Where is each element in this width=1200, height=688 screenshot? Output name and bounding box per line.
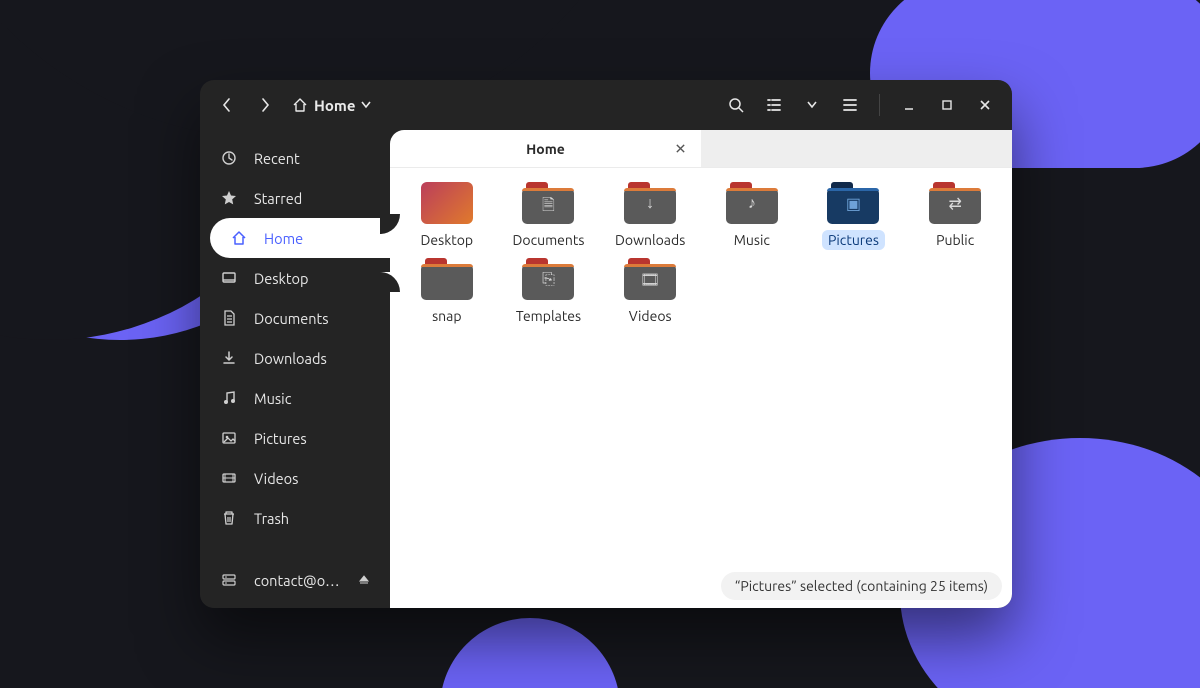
folder-label: snap [426,306,467,326]
sidebar-item-label: Trash [254,510,289,527]
folder-item[interactable]: ⇄ Public [905,182,1005,250]
breadcrumb-label: Home [314,97,355,114]
folder-label: Downloads [609,230,691,250]
sidebar-item-label: Music [254,390,291,407]
sidebar-item-label: Videos [254,470,298,487]
sidebar-item-mount[interactable]: contact@o… [200,560,390,600]
folder-item[interactable]: 🎞 Videos [600,258,700,326]
folder-label: Desktop [415,230,480,250]
home-icon [230,230,248,246]
tab-label: Home [526,141,565,157]
tab-bar: Home [390,130,1012,168]
video-icon [220,470,238,486]
clock-icon [220,150,238,166]
search-button[interactable] [719,88,753,122]
tab-close-button[interactable] [669,138,691,160]
folder-label: Pictures [822,230,885,250]
sidebar-item-starred[interactable]: Starred [200,178,390,218]
titlebar: Home [200,80,1012,130]
window-minimize-button[interactable] [892,88,926,122]
sidebar-item-label: Desktop [254,270,308,287]
bg-blob [440,618,620,688]
music-icon [220,390,238,406]
eject-button[interactable] [358,574,370,586]
status-bar: “Pictures” selected (containing 25 items… [721,572,1002,600]
folder-item[interactable]: ♪ Music [702,182,802,250]
decorative-notch [380,214,400,234]
desktop-icon [421,182,473,224]
download-icon [220,350,238,366]
folder-item[interactable]: ▣ Pictures [803,182,903,250]
chevron-down-icon [361,101,371,109]
folder-icon: ⇄ [929,182,981,224]
sidebar-item-music[interactable]: Music [200,378,390,418]
folder-label: Templates [510,306,587,326]
icon-grid[interactable]: Desktop 🗎 Documents ↓ Downloads ♪ Music ▣ Pictur… [390,168,1012,608]
folder-label: Documents [507,230,591,250]
folder-item[interactable]: Desktop [397,182,497,250]
folder-item[interactable]: ⎘ Templates [498,258,598,326]
picture-icon [220,430,238,446]
sidebar-item-label: Starred [254,190,302,207]
sidebar-item-label: Home [264,230,303,247]
sidebar-item-label: Documents [254,310,329,327]
decorative-notch [380,272,400,292]
document-icon [220,310,238,326]
view-list-button[interactable] [757,88,791,122]
sidebar-item-label: Downloads [254,350,327,367]
folder-icon [421,258,473,300]
folder-icon: ▣ [827,182,879,224]
trash-icon [220,510,238,526]
sidebar-item-label: contact@o… [254,572,340,589]
file-manager-window: Home Pictures [200,80,1012,608]
sidebar-item-trash[interactable]: Trash [200,498,390,538]
sidebar-item-pictures[interactable]: Pictures [200,418,390,458]
sidebar-item-desktop[interactable]: Desktop [200,258,390,298]
window-maximize-button[interactable] [930,88,964,122]
content-pane: Home Desktop 🗎 Documents ↓ Downloads ♪ Music ▣ P… [390,130,1012,608]
sidebar-item-recent[interactable]: Recent [200,138,390,178]
tab-home[interactable]: Home [390,130,701,167]
folder-icon: ↓ [624,182,676,224]
hamburger-menu-button[interactable] [833,88,867,122]
desktop-icon [220,270,238,286]
sidebar-item-documents[interactable]: Documents [200,298,390,338]
home-icon [292,97,308,113]
sidebar: Recent Starred Home Desktop Documents Downloa… [200,130,390,608]
window-close-button[interactable] [968,88,1002,122]
folder-item[interactable]: 🗎 Documents [498,182,598,250]
status-text: “Pictures” selected (containing 25 items… [735,578,988,594]
sidebar-item-home[interactable]: Home [210,218,390,258]
folder-icon: ⎘ [522,258,574,300]
folder-item[interactable]: snap [397,258,497,326]
breadcrumb[interactable]: Home [292,97,371,114]
sidebar-item-videos[interactable]: Videos [200,458,390,498]
server-icon [220,572,238,588]
folder-icon: 🎞 [624,258,676,300]
folder-item[interactable]: ↓ Downloads [600,182,700,250]
sidebar-item-label: Recent [254,150,300,167]
sidebar-item-downloads[interactable]: Downloads [200,338,390,378]
folder-label: Public [930,230,980,250]
folder-label: Videos [623,306,678,326]
sidebar-item-label: Pictures [254,430,307,447]
star-icon [220,190,238,206]
tab-placeholder [701,130,1012,167]
folder-label: Music [728,230,776,250]
nav-forward-button[interactable] [248,88,282,122]
view-options-button[interactable] [795,88,829,122]
separator [879,94,880,116]
folder-icon: 🗎 [522,182,574,224]
nav-back-button[interactable] [210,88,244,122]
folder-icon: ♪ [726,182,778,224]
